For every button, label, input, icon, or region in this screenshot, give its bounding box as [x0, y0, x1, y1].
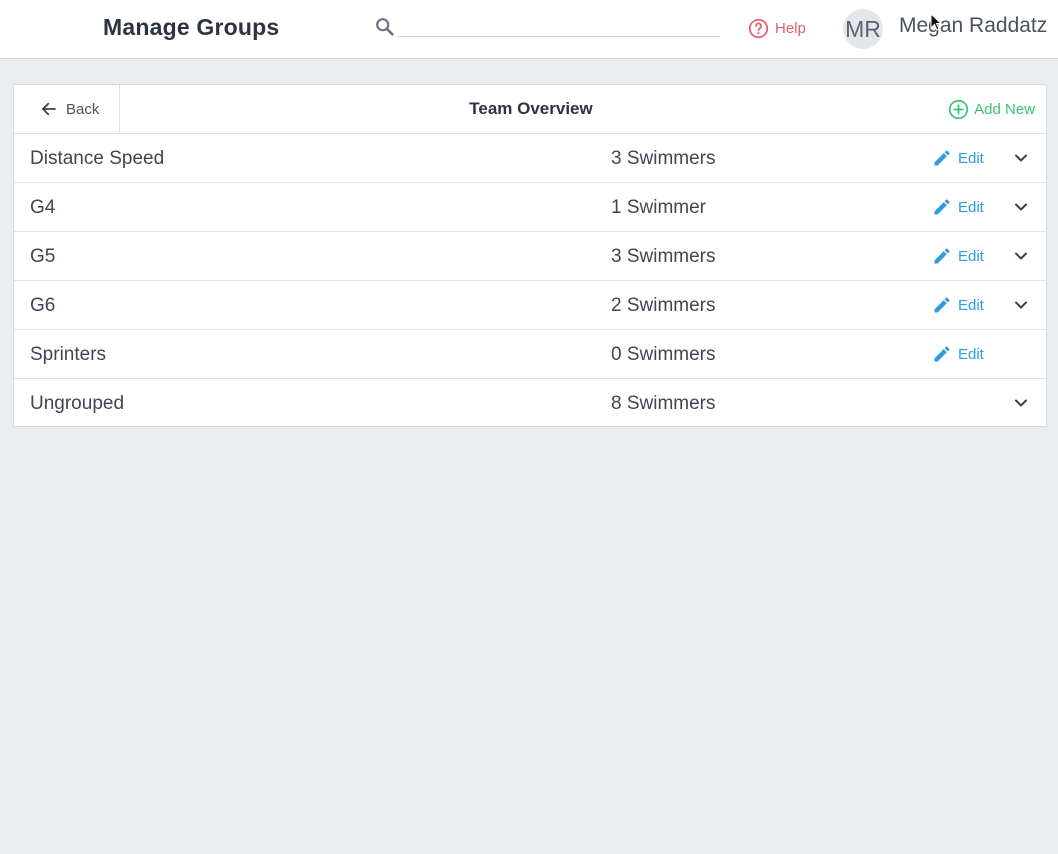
pencil-icon	[934, 346, 950, 362]
pencil-icon	[934, 297, 950, 313]
back-button[interactable]: Back	[14, 85, 120, 133]
panel-header: Back Team Overview Add New	[14, 85, 1048, 134]
swimmer-count: 1 Swimmer	[611, 197, 707, 218]
edit-button[interactable]: Edit	[932, 246, 984, 266]
swimmer-count: 3 Swimmers	[611, 148, 716, 169]
add-new-button[interactable]: Add New	[948, 99, 1035, 120]
chevron-down-icon[interactable]	[1013, 150, 1029, 166]
group-list: Distance Speed 3 Swimmers Edit G4 1 Swim…	[14, 134, 1046, 428]
page-title: Manage Groups	[103, 14, 280, 40]
group-row[interactable]: G4 1 Swimmer Edit	[14, 183, 1046, 232]
edit-label: Edit	[958, 296, 984, 314]
swimmer-count: 3 Swimmers	[611, 246, 716, 267]
avatar-initials: MR	[845, 15, 881, 42]
edit-label: Edit	[958, 345, 984, 363]
group-name: G5	[30, 246, 56, 267]
help-link[interactable]: Help	[748, 17, 806, 39]
group-name: Ungrouped	[30, 393, 125, 414]
plus-circle-icon	[949, 99, 969, 120]
group-row[interactable]: G5 3 Swimmers Edit	[14, 232, 1046, 281]
edit-button[interactable]: Edit	[932, 197, 984, 217]
team-overview-panel: Back Team Overview Add New Distance Spee…	[13, 84, 1048, 428]
search-icon[interactable]	[374, 16, 396, 38]
group-name: G4	[30, 197, 56, 218]
edit-button[interactable]: Edit	[932, 295, 984, 315]
group-name: Sprinters	[30, 344, 107, 365]
pencil-icon	[934, 150, 950, 166]
pencil-icon	[934, 248, 950, 264]
panel-title: Team Overview	[469, 99, 593, 118]
swimmer-count: 0 Swimmers	[611, 344, 716, 365]
edit-button[interactable]: Edit	[932, 148, 984, 168]
group-row[interactable]: G6 2 Swimmers Edit	[14, 281, 1046, 330]
group-row[interactable]: Distance Speed 3 Swimmers Edit	[14, 134, 1046, 183]
swimmer-count: 8 Swimmers	[611, 393, 716, 414]
arrow-left-icon	[42, 102, 56, 116]
edit-label: Edit	[958, 198, 984, 216]
avatar[interactable]: MR	[843, 9, 883, 49]
group-name: Distance Speed	[30, 148, 165, 169]
back-label: Back	[66, 100, 100, 118]
chevron-down-icon[interactable]	[1013, 199, 1029, 215]
top-bar: Manage Groups Help MR Megan Raddatz	[0, 0, 1058, 59]
edit-label: Edit	[958, 149, 984, 167]
edit-button[interactable]: Edit	[932, 344, 984, 364]
question-circle-icon	[748, 18, 769, 38]
help-label: Help	[775, 19, 806, 37]
group-row[interactable]: Sprinters 0 Swimmers Edit	[14, 330, 1046, 379]
search-input[interactable]	[398, 14, 720, 37]
group-name: G6	[30, 295, 56, 316]
chevron-down-icon[interactable]	[1013, 248, 1029, 264]
mouse-cursor-icon	[930, 13, 942, 31]
pencil-icon	[934, 199, 950, 215]
group-row[interactable]: Ungrouped 8 Swimmers	[14, 379, 1046, 428]
swimmer-count: 2 Swimmers	[611, 295, 716, 316]
add-new-label: Add New	[974, 101, 1035, 118]
edit-label: Edit	[958, 247, 984, 265]
chevron-down-icon[interactable]	[1013, 395, 1029, 411]
chevron-down-icon[interactable]	[1013, 297, 1029, 313]
user-name[interactable]: Megan Raddatz	[899, 14, 1047, 38]
